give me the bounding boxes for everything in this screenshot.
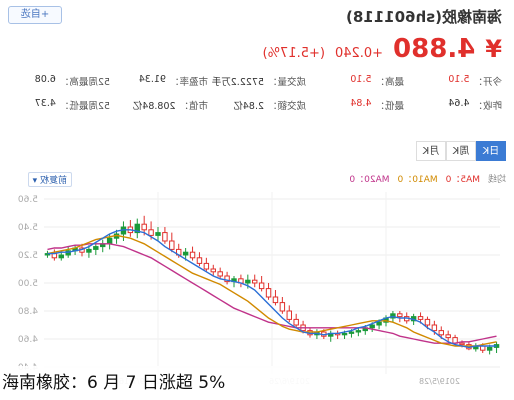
quote-stat-value: 5.10 [350, 74, 372, 85]
candle-down [376, 321, 382, 326]
candle-down [369, 324, 375, 329]
price-change-percent: (+5.17%) [262, 46, 325, 61]
moving-average-legend: 均线 MA5：0 MA10：0 MA20：0 [349, 172, 506, 185]
price-change: +0.240 [334, 46, 384, 61]
x-tick-label: 2019/5/28 [419, 377, 460, 386]
candle-up [397, 313, 403, 318]
candle-up [196, 257, 203, 264]
candle-up [286, 310, 292, 320]
candle-up [252, 279, 258, 284]
quote-stat-value: 4.84 [350, 98, 372, 109]
quote-stat-value: 4.37 [34, 98, 56, 109]
candle-up [279, 302, 286, 312]
quote-stat-label: 52周最低： [59, 101, 110, 112]
quote-stat: 市盈率： 91.34 [110, 74, 208, 88]
quote-stat-label: 今开： [473, 77, 502, 88]
quote-stat: 最高： 5.10 [306, 74, 404, 88]
quote-stat-value: 208.84亿 [132, 101, 176, 112]
ma10-legend: MA10：0 [397, 175, 438, 185]
quote-stat: 今开： 5.10 [404, 74, 502, 88]
currency-symbol: ¥ [485, 35, 502, 63]
candle-up [417, 316, 424, 320]
candle-up [258, 282, 265, 290]
candle-up [189, 251, 196, 259]
quote-stat: 52周最高： 6.08 [12, 74, 110, 88]
tab-weekly-k[interactable]: 周K [446, 141, 476, 161]
quote-stat-label: 成交量： [267, 77, 306, 88]
quote-stat-label: 最低： [375, 101, 404, 112]
candle-up [217, 271, 223, 277]
news-headline: 海南橡胶：6 月 7 日涨超 5% [0, 366, 330, 400]
ma20-legend: MA20：0 [349, 175, 390, 185]
y-tick-label: 4.80 [18, 307, 38, 317]
kline-period-tabs: 日K 周K 月K [416, 141, 506, 161]
quote-stat: 成交量： 5722.2万手 [208, 74, 306, 88]
quote-stats-grid: 今开： 5.10 最高： 5.10 成交量： 5722.2万手 市盈率： 91.34 52周最高… [12, 74, 502, 112]
candle-up [162, 232, 168, 242]
add-to-watchlist-button[interactable]: +自选 [8, 6, 62, 24]
quote-stat: 成交额： 2.84亿 [208, 98, 306, 112]
mirrored-quote-page: 海南橡胶(sh601118) +自选 ¥ 4.880 +0.240 (+5.17… [0, 0, 514, 400]
candle-down [486, 346, 493, 351]
candle-up [169, 240, 175, 250]
y-tick-label: 5.00 [18, 279, 38, 289]
quote-header: 海南橡胶(sh601118) +自选 ¥ 4.880 +0.240 (+5.17… [0, 0, 514, 148]
quote-stat-value: 2.84亿 [233, 101, 264, 112]
quote-stat-label: 最高： [375, 77, 404, 88]
quote-stat-value: 5.10 [448, 74, 470, 85]
y-tick-label: 4.60 [18, 335, 38, 345]
quote-stat: 52周最低： 4.37 [12, 98, 110, 112]
kline-svg: 5.605.405.205.004.804.604.402019/5/28201… [18, 192, 500, 386]
candle-down [355, 330, 362, 333]
current-price: 4.880 [393, 34, 476, 64]
y-tick-label: 5.20 [18, 251, 38, 261]
adjust-dropdown[interactable]: 前复权 ▾ [27, 172, 72, 187]
quote-stat-value: 6.08 [34, 74, 56, 85]
candle-down [106, 237, 113, 245]
candle-down [58, 254, 64, 259]
candle-up [203, 262, 210, 270]
tab-daily-k[interactable]: 日K [476, 141, 506, 161]
y-tick-label: 5.60 [18, 195, 38, 205]
quote-stat-label: 市盈率： [169, 77, 208, 88]
candle-down [155, 232, 161, 236]
candle-down [182, 251, 189, 256]
candle-down [93, 246, 99, 250]
quote-stat-label: 市值： [179, 101, 208, 112]
kline-chart[interactable]: 5.605.405.205.004.804.604.402019/5/28201… [8, 186, 506, 386]
candle-down [86, 248, 92, 253]
quote-stat: 最低： 4.84 [306, 98, 404, 112]
candle-up [459, 342, 465, 346]
quote-stat-value: 91.34 [138, 74, 166, 85]
candle-down [341, 332, 348, 336]
candle-up [431, 324, 438, 332]
candle-up [424, 318, 431, 326]
quote-stat: 市值： 208.84亿 [110, 98, 208, 112]
y-tick-label: 5.40 [18, 223, 38, 233]
candle-up [265, 288, 272, 298]
candle-up [438, 330, 444, 336]
quote-stat-label: 昨收： [473, 101, 502, 112]
ma-label: 均线 [487, 175, 506, 185]
quote-stat-label: 52周最高： [59, 77, 110, 88]
candle-up [445, 334, 451, 339]
candle-up [148, 229, 154, 236]
quote-stat-value: 4.64 [448, 98, 470, 109]
candle-up [210, 268, 216, 273]
tab-monthly-k[interactable]: 月K [416, 141, 446, 161]
quote-stat-label: 成交额： [267, 101, 306, 112]
stock-name: 海南橡胶(sh601118) [346, 8, 502, 26]
candle-up [272, 296, 279, 304]
ma5-legend: MA5：0 [445, 175, 480, 185]
quote-stat: 昨收： 4.64 [404, 98, 502, 112]
candle-down [348, 331, 355, 334]
candle-up [141, 223, 147, 231]
price-row: ¥ 4.880 +0.240 (+5.17%) [263, 34, 502, 64]
candle-up [293, 318, 299, 326]
candle-down [245, 279, 251, 284]
quote-stat-value: 5722.2万手 [211, 77, 264, 88]
